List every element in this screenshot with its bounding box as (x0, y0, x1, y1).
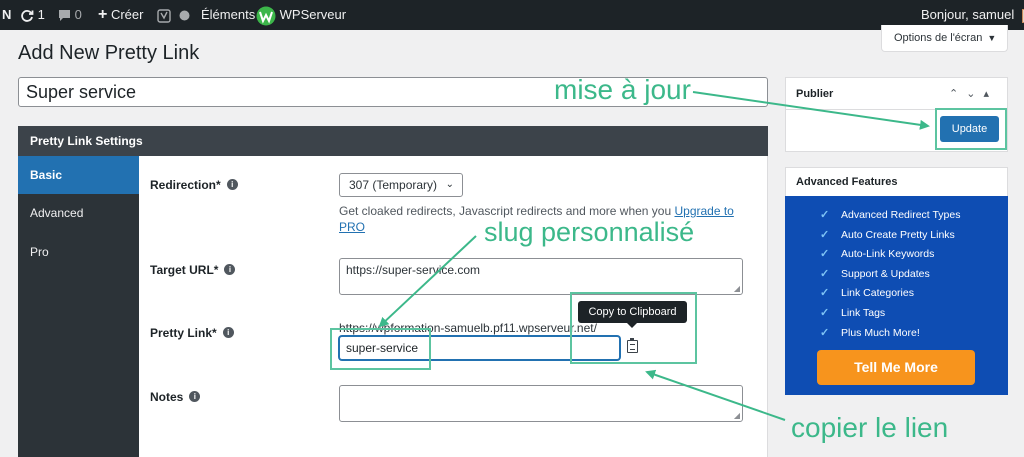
annotation-copy: copier le lien (791, 412, 949, 443)
annotation-update: mise à jour (554, 74, 691, 105)
arrow-slug (378, 235, 477, 328)
arrow-update (692, 91, 930, 130)
annotation-slug: slug personnalisé (484, 217, 695, 247)
arrow-copy (645, 369, 786, 421)
